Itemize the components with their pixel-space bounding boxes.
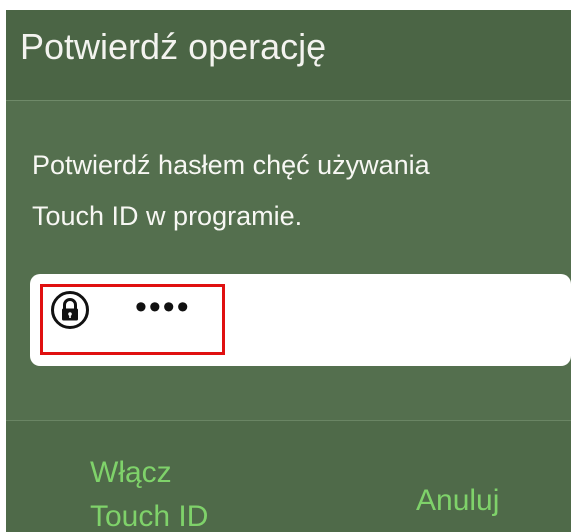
- lock-icon: [51, 291, 89, 329]
- enable-touch-id-label-line-1: Włącz: [90, 456, 172, 489]
- password-input-value[interactable]: ••••: [135, 284, 191, 330]
- enable-touch-id-label-line-2: Touch ID: [90, 500, 209, 532]
- dialog-message: Potwierdź hasłem chęć używania Touch ID …: [32, 140, 552, 242]
- cancel-button[interactable]: Anuluj: [416, 479, 499, 523]
- dialog-message-line-2: Touch ID w programie.: [32, 201, 303, 231]
- dialog-title-bar: Potwierdź operację: [6, 10, 571, 101]
- dialog-title: Potwierdź operację: [20, 26, 327, 67]
- enable-touch-id-button[interactable]: Włącz Touch ID: [90, 451, 208, 532]
- password-field[interactable]: ••••: [30, 274, 571, 366]
- dialog-message-line-1: Potwierdź hasłem chęć używania: [32, 150, 430, 180]
- confirm-operation-dialog: Potwierdź operację Potwierdź hasłem chęć…: [6, 10, 571, 532]
- dialog-button-bar: Włącz Touch ID Anuluj: [6, 420, 571, 532]
